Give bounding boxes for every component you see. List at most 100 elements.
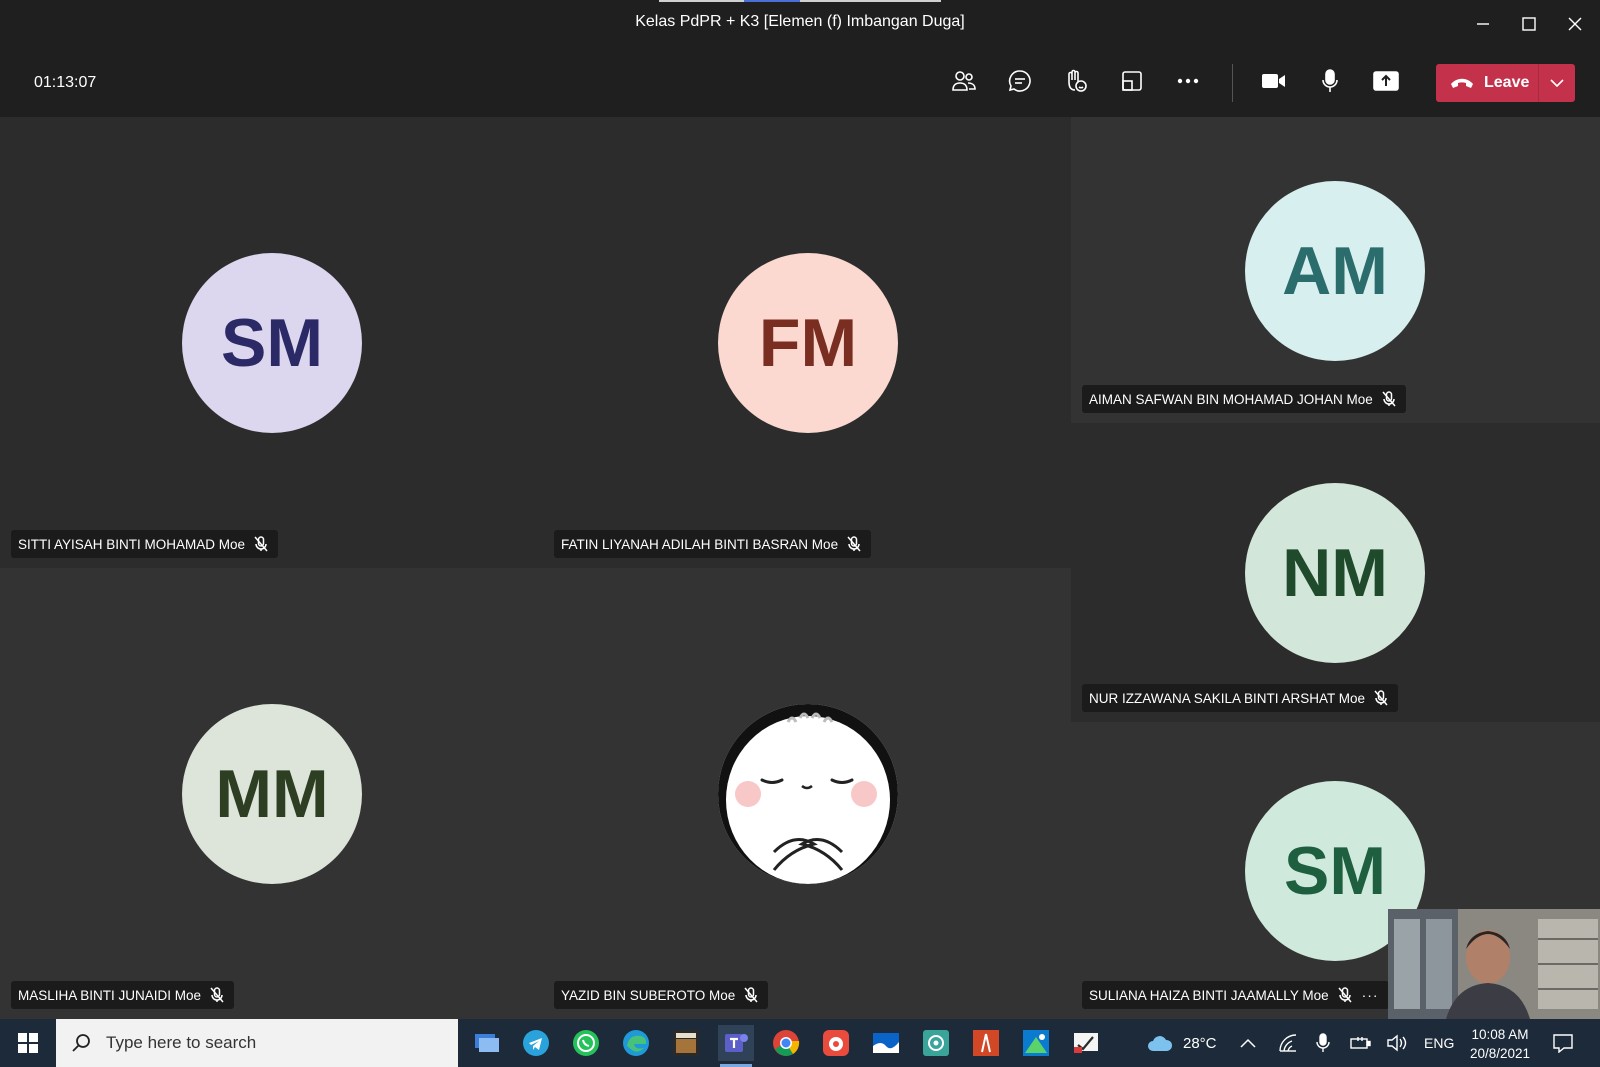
leave-label: Leave	[1484, 74, 1530, 91]
self-view-video[interactable]	[1388, 909, 1600, 1019]
taskbar-app-active[interactable]	[718, 1025, 754, 1067]
settings-app-icon	[923, 1030, 949, 1056]
participant-avatar: NM	[1245, 483, 1425, 663]
participant-avatar: SM	[182, 253, 362, 433]
participant-nameplate: SULIANA HAIZA BINTI JAAMALLY Moe ···	[1082, 981, 1389, 1009]
teams-icon	[725, 1034, 748, 1052]
share-icon	[1373, 71, 1399, 91]
taskbar-app[interactable]	[918, 1025, 954, 1061]
participant-nameplate: YAZID BIN SUBEROTO Moe	[554, 981, 769, 1009]
cloud-icon	[1148, 1036, 1173, 1051]
mic-off-icon	[254, 536, 268, 552]
maximize-button[interactable]	[1506, 0, 1552, 47]
taskbar-search-box[interactable]: Type here to search	[56, 1019, 458, 1067]
participant-tile[interactable]: NM NUR IZZAWANA SAKILA BINTI ARSHAT Moe	[1071, 423, 1600, 722]
participant-tile[interactable]: YAZID BIN SUBEROTO Moe	[543, 568, 1071, 1019]
participant-nameplate: SITTI AYISAH BINTI MOHAMAD Moe	[11, 530, 279, 558]
cartoon-avatar-icon	[718, 704, 898, 884]
leave-main-button[interactable]: Leave	[1436, 64, 1538, 102]
minimize-icon	[1477, 22, 1489, 25]
reactions-button[interactable]	[1054, 59, 1098, 103]
avatar-initials: SM	[221, 305, 323, 381]
start-button[interactable]	[0, 1019, 56, 1067]
participant-tile[interactable]: MM MASLIHA BINTI JUNAIDI Moe	[0, 568, 543, 1019]
participant-tile[interactable]: AM AIMAN SAFWAN BIN MOHAMAD JOHAN Moe	[1071, 117, 1600, 423]
taskbar-app[interactable]	[1068, 1025, 1104, 1061]
taskbar-app[interactable]	[1018, 1025, 1054, 1061]
mail-app-icon	[873, 1033, 899, 1053]
participant-name: YAZID BIN SUBEROTO Moe	[561, 987, 736, 1003]
avatar-initials: FM	[758, 305, 858, 381]
xbox-app-icon	[1023, 1030, 1049, 1056]
clock-date: 20/8/2021	[1469, 1046, 1531, 1061]
microphone-button[interactable]	[1308, 59, 1352, 103]
participant-more-button[interactable]: ···	[1362, 987, 1379, 1003]
tray-microphone-icon[interactable]	[1316, 1019, 1330, 1067]
share-screen-button[interactable]	[1364, 59, 1408, 103]
window-title: Kelas PdPR + K3 [Elemen (f) Imbangan Dug…	[635, 13, 965, 30]
avatar-initials: SM	[1284, 833, 1386, 909]
clock-time: 10:08 AM	[1471, 1027, 1529, 1042]
participant-name: NUR IZZAWANA SAKILA BINTI ARSHAT Moe	[1089, 690, 1366, 706]
taskbar-app[interactable]	[668, 1025, 704, 1061]
title-tab-indicator	[659, 0, 941, 2]
close-icon	[1568, 17, 1582, 30]
game-app-icon	[673, 1030, 699, 1056]
people-icon	[952, 71, 976, 91]
weather-temperature: 28°C	[1183, 1034, 1217, 1052]
desktop-app-icon	[475, 1034, 499, 1052]
avatar-initials: NM	[1282, 535, 1388, 611]
taskbar-app[interactable]	[518, 1025, 554, 1061]
participant-nameplate: AIMAN SAFWAN BIN MOHAMAD JOHAN Moe	[1082, 385, 1406, 413]
mic-off-icon	[744, 987, 758, 1003]
participants-button[interactable]	[942, 59, 986, 103]
mic-off-icon	[1338, 987, 1352, 1003]
taskbar: Type here to search 28°C ENG 10:08 AM 20…	[0, 1019, 1600, 1067]
minimize-button[interactable]	[1460, 0, 1506, 47]
leave-button[interactable]: Leave	[1436, 64, 1575, 102]
search-icon	[72, 1034, 90, 1052]
taskbar-app[interactable]	[618, 1025, 654, 1061]
taskbar-app[interactable]	[768, 1025, 804, 1061]
taskbar-app[interactable]	[469, 1025, 505, 1061]
taskbar-app[interactable]	[818, 1025, 854, 1061]
notification-button[interactable]	[1552, 1019, 1574, 1067]
microphone-icon	[1322, 69, 1338, 92]
camera-button[interactable]	[1252, 59, 1296, 103]
close-button[interactable]	[1552, 0, 1598, 47]
leave-options-button[interactable]	[1539, 64, 1575, 102]
mic-off-icon	[210, 987, 224, 1003]
participant-nameplate: MASLIHA BINTI JUNAIDI Moe	[11, 981, 235, 1009]
avatar-initials: AM	[1282, 233, 1388, 309]
battery-icon[interactable]	[1350, 1019, 1372, 1067]
participant-nameplate: FATIN LIYANAH ADILAH BINTI BASRAN Moe	[554, 530, 872, 558]
weather-widget[interactable]: 28°C	[1147, 1019, 1217, 1067]
more-icon	[1177, 78, 1199, 84]
taskbar-app[interactable]	[868, 1025, 904, 1061]
video-editor-icon	[1074, 1033, 1098, 1053]
edge-icon	[623, 1030, 649, 1056]
participant-name: SITTI AYISAH BINTI MOHAMAD Moe	[18, 536, 246, 552]
taskbar-app[interactable]	[568, 1025, 604, 1061]
participant-name: AIMAN SAFWAN BIN MOHAMAD JOHAN Moe	[1089, 391, 1373, 407]
volume-icon[interactable]	[1386, 1019, 1408, 1067]
breakout-rooms-button[interactable]	[1110, 59, 1154, 103]
whatsapp-icon	[573, 1030, 599, 1056]
notification-icon	[1553, 1034, 1573, 1053]
taskbar-app[interactable]	[968, 1025, 1004, 1061]
chat-button[interactable]	[998, 59, 1042, 103]
mic-off-icon	[1382, 391, 1396, 407]
wifi-icon[interactable]	[1278, 1019, 1298, 1067]
hang-up-icon	[1451, 78, 1473, 88]
participant-avatar: FM	[718, 253, 898, 433]
participant-photo	[718, 704, 898, 884]
tray-chevron-up-icon[interactable]	[1240, 1019, 1256, 1067]
taskbar-clock[interactable]: 10:08 AM 20/8/2021	[1462, 1025, 1538, 1063]
more-actions-button[interactable]	[1166, 59, 1210, 103]
participant-tile[interactable]: FM FATIN LIYANAH ADILAH BINTI BASRAN Moe	[543, 117, 1071, 568]
language-indicator[interactable]: ENG	[1424, 1019, 1454, 1067]
rooms-icon	[1122, 71, 1142, 91]
participant-tile[interactable]: SM SITTI AYISAH BINTI MOHAMAD Moe	[0, 117, 543, 568]
participant-name: MASLIHA BINTI JUNAIDI Moe	[18, 987, 202, 1003]
self-view-image	[1388, 909, 1600, 1019]
